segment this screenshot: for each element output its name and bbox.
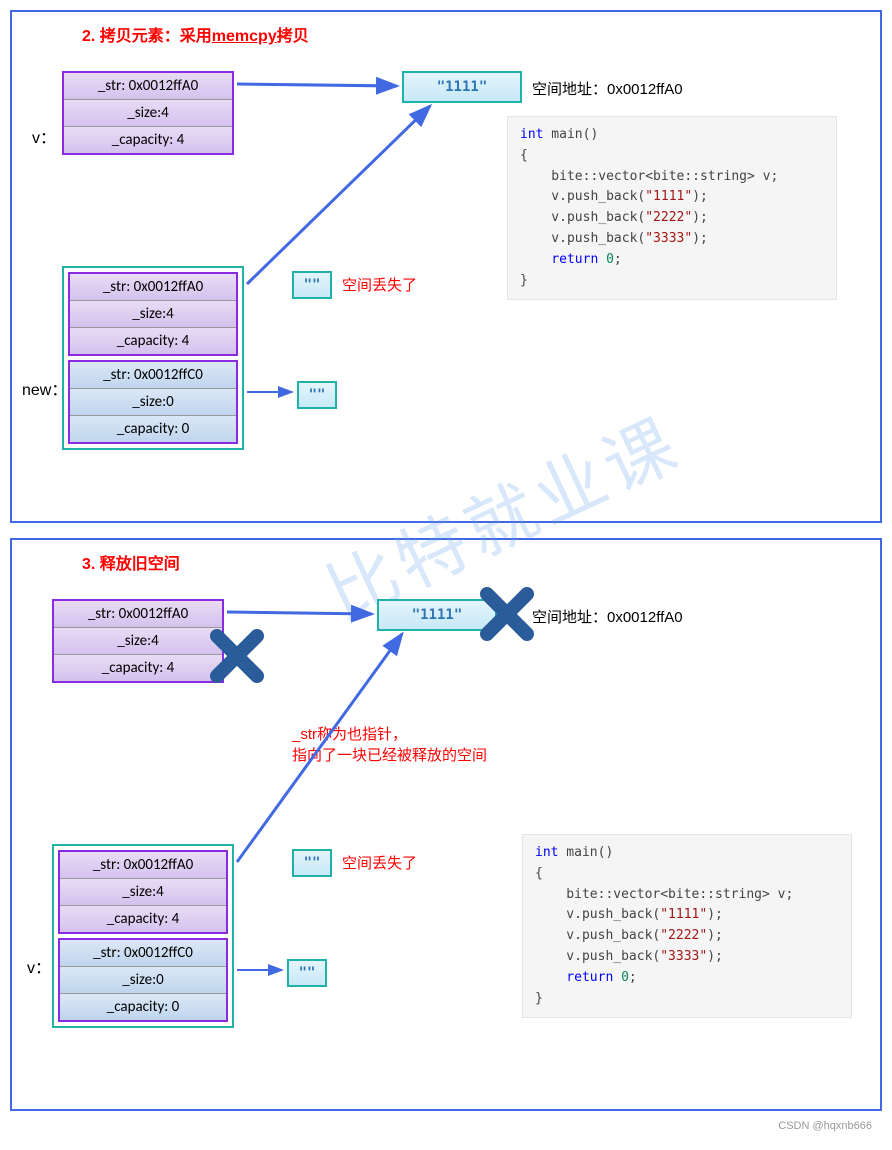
heap-lost-label-b: 空间丢失了 bbox=[342, 852, 417, 873]
d8: v.push_back( bbox=[535, 928, 660, 943]
code-block-1: int main() { bite::vector<bite::string> … bbox=[507, 116, 837, 300]
c2: main() bbox=[543, 127, 598, 142]
c1: int bbox=[520, 127, 543, 142]
rm2: _size:4 bbox=[60, 879, 226, 906]
block-new-top: _str: 0x0012ffA0 _size:4 _capacity: 4 bbox=[68, 272, 238, 356]
panel-step2-title: 2. 拷贝元素：采用memcpy拷贝 bbox=[32, 22, 860, 46]
r2: _size:4 bbox=[54, 628, 222, 655]
block-new: _str: 0x0012ffA0 _size:4 _capacity: 4 _s… bbox=[62, 266, 244, 450]
c16: ; bbox=[614, 252, 622, 267]
c11: v.push_back( bbox=[520, 231, 645, 246]
c15: 0 bbox=[606, 252, 614, 267]
d10: ); bbox=[707, 928, 723, 943]
heap-lost: "" bbox=[292, 271, 332, 299]
block-new-bot: _str: 0x0012ffC0 _size:0 _capacity: 0 bbox=[68, 360, 238, 444]
block-v: _str: 0x0012ffA0 _size:4 _capacity: 4 bbox=[62, 71, 234, 155]
d1: int bbox=[535, 845, 558, 860]
rm3: _capacity: 4 bbox=[60, 906, 226, 932]
rm1: _str: 0x0012ffA0 bbox=[60, 852, 226, 879]
heap-1111-b: "1111" bbox=[377, 599, 497, 631]
c17: } bbox=[520, 273, 528, 288]
row-newbot-size: _size:0 bbox=[70, 389, 236, 416]
d16: ; bbox=[629, 970, 637, 985]
title-memcpy: memcpy bbox=[212, 28, 277, 45]
panel-step3-title: 3. 释放旧空间 bbox=[32, 550, 860, 574]
label-v2: v： bbox=[27, 954, 51, 978]
block-bot: _str: 0x0012ffC0 _size:0 _capacity: 0 bbox=[58, 938, 228, 1022]
block-v2: _str: 0x0012ffA0 _size:4 _capacity: 4 _s… bbox=[52, 844, 234, 1028]
d4: bite::vector<bite::string> v; bbox=[535, 887, 793, 902]
panel2-body: 比特就业课 _str: 0x0012ffA0 _size:4 _capacity… bbox=[32, 584, 860, 1089]
row-newtop-size: _size:4 bbox=[70, 301, 236, 328]
d5: v.push_back( bbox=[535, 907, 660, 922]
rb1: _str: 0x0012ffC0 bbox=[60, 940, 226, 967]
row-newbot-cap: _capacity: 0 bbox=[70, 416, 236, 442]
label-v: v： bbox=[32, 124, 56, 148]
watermark-csdn: CSDN @hqxnb666 bbox=[778, 1120, 872, 1132]
row-v-capacity: _capacity: 4 bbox=[64, 127, 232, 153]
row-newtop-str: _str: 0x0012ffA0 bbox=[70, 274, 236, 301]
panel-step2: 2. 拷贝元素：采用memcpy拷贝 v： _str: 0x0012ffA0 _… bbox=[10, 10, 882, 523]
d2: main() bbox=[558, 845, 613, 860]
d15: 0 bbox=[621, 970, 629, 985]
heap-1111-label: 空间地址：0x0012ffA0 bbox=[532, 78, 683, 99]
d13: ); bbox=[707, 949, 723, 964]
heap-1111: "1111" bbox=[402, 71, 522, 103]
c9: "2222" bbox=[645, 210, 692, 225]
heap-lost-label: 空间丢失了 bbox=[342, 274, 417, 295]
panel1-body: v： _str: 0x0012ffA0 _size:4 _capacity: 4… bbox=[32, 56, 860, 501]
d11: v.push_back( bbox=[535, 949, 660, 964]
d12: "3333" bbox=[660, 949, 707, 964]
rb3: _capacity: 0 bbox=[60, 994, 226, 1020]
c13: ); bbox=[692, 231, 708, 246]
heap-lost-b: "" bbox=[292, 849, 332, 877]
d17: } bbox=[535, 991, 543, 1006]
block-old-v: _str: 0x0012ffA0 _size:4 _capacity: 4 bbox=[52, 599, 224, 683]
d9: "2222" bbox=[660, 928, 707, 943]
row-newtop-cap: _capacity: 4 bbox=[70, 328, 236, 354]
d6: "1111" bbox=[660, 907, 707, 922]
row-v-size: _size:4 bbox=[64, 100, 232, 127]
d7: ); bbox=[707, 907, 723, 922]
dangling-line1: _str称为也指针， bbox=[292, 724, 487, 745]
c12: "3333" bbox=[645, 231, 692, 246]
d14: return bbox=[535, 970, 621, 985]
block-mid: _str: 0x0012ffA0 _size:4 _capacity: 4 bbox=[58, 850, 228, 934]
heap-tiny: "" bbox=[297, 381, 337, 409]
title-suffix: 拷贝 bbox=[277, 28, 309, 45]
title-prefix: 2. 拷贝元素：采用 bbox=[82, 28, 212, 45]
panel-step3: 3. 释放旧空间 比特就业课 _str: 0x0012ffA0 _size:4 … bbox=[10, 538, 882, 1111]
c4: bite::vector<bite::string> v; bbox=[520, 169, 778, 184]
r1: _str: 0x0012ffA0 bbox=[54, 601, 222, 628]
heap-1111-label-b: 空间地址：0x0012ffA0 bbox=[532, 606, 683, 627]
c3: { bbox=[520, 148, 528, 163]
c7: ); bbox=[692, 189, 708, 204]
dangling-line2: 指向了一块已经被释放的空间 bbox=[292, 745, 487, 766]
dangling-text: _str称为也指针， 指向了一块已经被释放的空间 bbox=[292, 724, 487, 766]
row-newbot-str: _str: 0x0012ffC0 bbox=[70, 362, 236, 389]
c6: "1111" bbox=[645, 189, 692, 204]
code-block-2: int main() { bite::vector<bite::string> … bbox=[522, 834, 852, 1018]
r3: _capacity: 4 bbox=[54, 655, 222, 681]
c5: v.push_back( bbox=[520, 189, 645, 204]
label-new: new： bbox=[22, 376, 67, 400]
c10: ); bbox=[692, 210, 708, 225]
rb2: _size:0 bbox=[60, 967, 226, 994]
row-v-str: _str: 0x0012ffA0 bbox=[64, 73, 232, 100]
c14: return bbox=[520, 252, 606, 267]
c8: v.push_back( bbox=[520, 210, 645, 225]
heap-tiny-b: "" bbox=[287, 959, 327, 987]
d3: { bbox=[535, 866, 543, 881]
